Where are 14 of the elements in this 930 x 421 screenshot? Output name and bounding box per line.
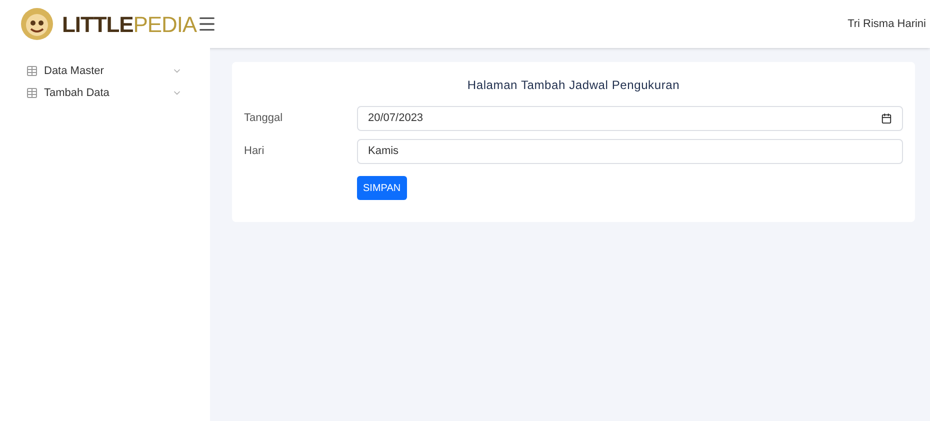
sidebar-item[interactable]: Tambah Data [26, 82, 184, 104]
mascot-logo-icon [20, 7, 54, 41]
field-label: Hari [244, 144, 266, 160]
logo-text: LITTLEPEDIA [62, 10, 197, 38]
save-button[interactable]: SIMPAN [357, 176, 407, 200]
sidebar-item[interactable]: Data Master [26, 60, 184, 82]
input-field[interactable]: Kamis [357, 139, 903, 164]
table-icon [26, 87, 38, 99]
form-title: Halaman Tambah Jadwal Pengukuran [466, 77, 681, 94]
user-name[interactable]: Tri Risma Harini [848, 16, 926, 32]
field-label: Tanggal [244, 111, 284, 126]
table-icon [26, 65, 38, 77]
date-field[interactable]: 20/07/2023 [357, 106, 903, 131]
calendar-icon[interactable] [881, 113, 892, 124]
